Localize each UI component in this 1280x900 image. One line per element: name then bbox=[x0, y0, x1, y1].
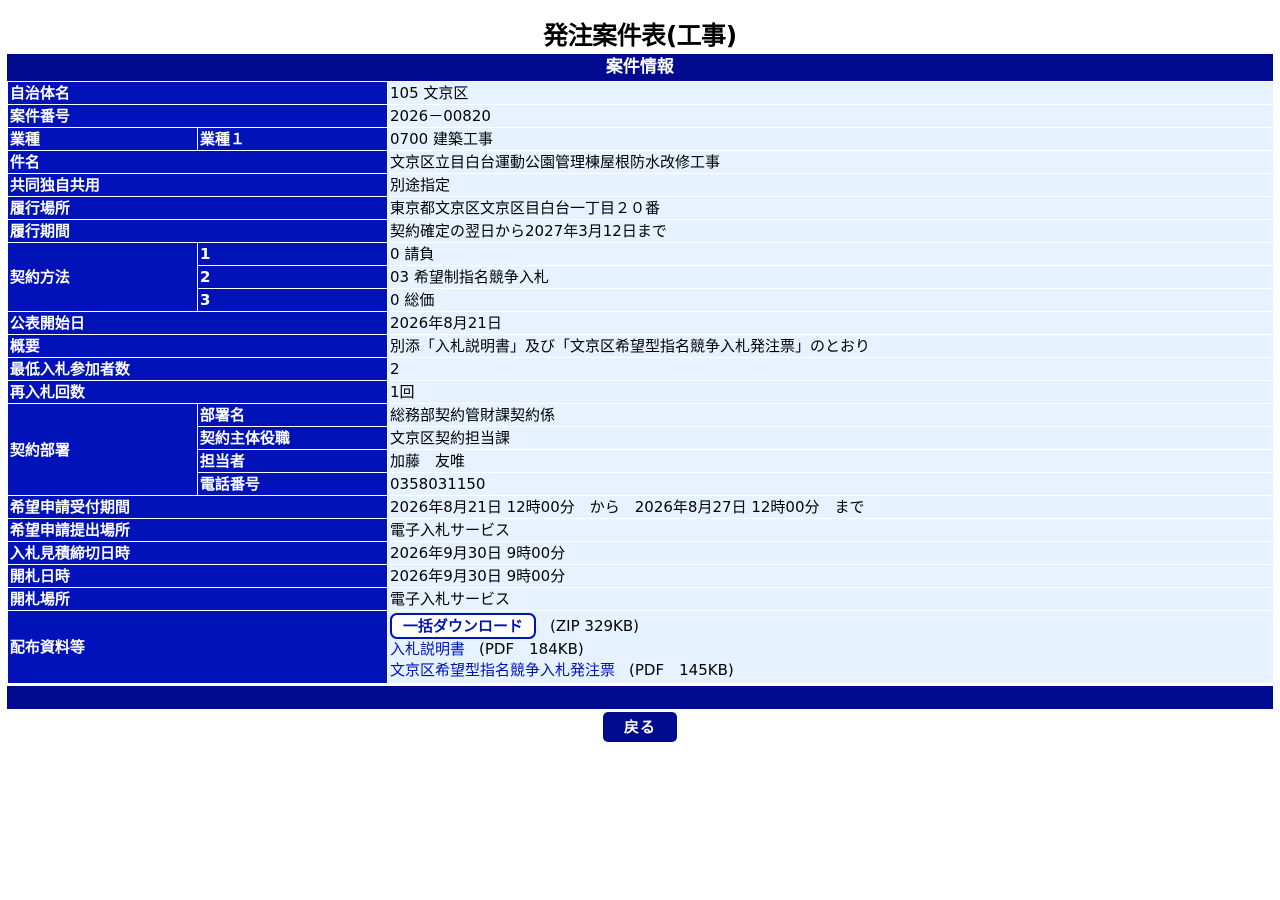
row-label: 入札見積締切日時 bbox=[6, 541, 389, 565]
table-row: 最低入札参加者数 2 bbox=[6, 357, 1275, 381]
table-row: 希望申請提出場所 電子入札サービス bbox=[6, 518, 1275, 542]
row-label: 件名 bbox=[6, 150, 389, 174]
row-label: 共同独自共用 bbox=[6, 173, 389, 197]
row-label: 自治体名 bbox=[6, 81, 389, 105]
row-label: 契約部署 bbox=[7, 403, 198, 496]
opening-place-value: 電子入札サービス bbox=[387, 587, 1275, 611]
bid-deadline-value: 2026年9月30日 9時00分 bbox=[387, 541, 1275, 565]
row-label: 開札場所 bbox=[6, 587, 389, 611]
table-row: 契約方法 1 0 請負 bbox=[7, 242, 1275, 312]
contract-method-value: 0 請負 bbox=[387, 242, 1275, 266]
row-label: 配布資料等 bbox=[6, 610, 389, 684]
min-bidders-value: 2 bbox=[387, 357, 1275, 381]
row-sublabel: 2 bbox=[196, 265, 389, 289]
row-label: 開札日時 bbox=[6, 564, 389, 588]
row-sublabel: 3 bbox=[196, 288, 389, 312]
joint-type-value: 別途指定 bbox=[387, 173, 1275, 197]
section-header: 案件情報 bbox=[7, 54, 1273, 81]
table-row: 履行期間 契約確定の翌日から2027年3月12日まで bbox=[6, 219, 1275, 243]
row-label: 概要 bbox=[6, 334, 389, 358]
row-sublabel: 部署名 bbox=[196, 403, 389, 427]
publish-date-value: 2026年8月21日 bbox=[387, 311, 1275, 335]
opening-datetime-value: 2026年9月30日 9時00分 bbox=[387, 564, 1275, 588]
rebid-count-value: 1回 bbox=[387, 380, 1275, 404]
row-sublabel: 電話番号 bbox=[196, 472, 389, 496]
phone-value: 0358031150 bbox=[387, 472, 1275, 496]
table-row: 概要 別添「入札説明書」及び「文京区希望型指名競争入札発注票」のとおり bbox=[6, 334, 1275, 358]
table-row: 希望申請受付期間 2026年8月21日 12時00分 から 2026年8月27日… bbox=[6, 495, 1275, 519]
period-value: 契約確定の翌日から2027年3月12日まで bbox=[387, 219, 1275, 243]
bulk-download-button[interactable]: 一括ダウンロード bbox=[390, 613, 537, 639]
row-label: 業種 bbox=[7, 127, 198, 151]
table-row: 共同独自共用 別途指定 bbox=[6, 173, 1275, 197]
location-value: 東京都文京区文京区目白台一丁目２０番 bbox=[387, 196, 1275, 220]
table-row: 契約主体役職 文京区契約担当課 bbox=[8, 426, 1275, 450]
row-sublabel: 業種１ bbox=[196, 127, 389, 151]
table-row: 入札見積締切日時 2026年9月30日 9時00分 bbox=[6, 541, 1275, 565]
row-label: 最低入札参加者数 bbox=[6, 357, 389, 381]
project-name-value: 文京区立目白台運動公園管理棟屋根防水改修工事 bbox=[387, 150, 1275, 174]
row-label: 希望申請提出場所 bbox=[6, 518, 389, 542]
row-label: 契約方法 bbox=[7, 242, 198, 312]
document-meta: (PDF 145KB) bbox=[629, 661, 734, 679]
table-row: 公表開始日 2026年8月21日 bbox=[6, 311, 1275, 335]
table-row: 業種 業種１ 0700 建築工事 bbox=[7, 127, 1275, 151]
table-row: 再入札回数 1回 bbox=[6, 380, 1275, 404]
documents-cell: 一括ダウンロード (ZIP 329KB) 入札説明書 (PDF 184KB) 文京区… bbox=[387, 610, 1275, 684]
case-info-table: 自治体名 105 文京区 案件番号 2026－00820 業種 業種１ 0700… bbox=[6, 81, 1275, 684]
table-row: 開札日時 2026年9月30日 9時00分 bbox=[6, 564, 1275, 588]
row-label: 公表開始日 bbox=[6, 311, 389, 335]
table-row: 案件番号 2026－00820 bbox=[6, 104, 1275, 128]
row-sublabel: 契約主体役職 bbox=[196, 426, 389, 450]
municipality-value: 105 文京区 bbox=[387, 81, 1275, 105]
row-sublabel: 担当者 bbox=[196, 449, 389, 473]
table-row: 3 0 総価 bbox=[8, 288, 1275, 312]
industry-value: 0700 建築工事 bbox=[387, 127, 1275, 151]
page-title: 発注案件表(工事) bbox=[543, 21, 737, 50]
row-label: 案件番号 bbox=[6, 104, 389, 128]
person-in-charge-value: 加藤 友唯 bbox=[387, 449, 1275, 473]
back-button[interactable]: 戻る bbox=[602, 712, 677, 742]
table-row: 件名 文京区立目白台運動公園管理棟屋根防水改修工事 bbox=[6, 150, 1275, 174]
application-period-value: 2026年8月21日 12時00分 から 2026年8月27日 12時00分 ま… bbox=[387, 495, 1275, 519]
footer-band bbox=[7, 686, 1273, 709]
case-number-value: 2026－00820 bbox=[387, 104, 1275, 128]
contract-method-value: 03 希望制指名競争入札 bbox=[387, 265, 1275, 289]
document-link-explanation[interactable]: 入札説明書 bbox=[390, 640, 465, 658]
table-row: 開札場所 電子入札サービス bbox=[6, 587, 1275, 611]
row-label: 希望申請受付期間 bbox=[6, 495, 389, 519]
document-item: 入札説明書 (PDF 184KB) bbox=[390, 639, 1271, 660]
table-row: 履行場所 東京都文京区文京区目白台一丁目２０番 bbox=[6, 196, 1275, 220]
table-row: 担当者 加藤 友唯 bbox=[8, 449, 1275, 473]
row-label: 履行場所 bbox=[6, 196, 389, 220]
table-row: 2 03 希望制指名競争入札 bbox=[8, 265, 1275, 289]
summary-value: 別添「入札説明書」及び「文京区希望型指名競争入札発注票」のとおり bbox=[387, 334, 1275, 358]
bulk-download-meta: (ZIP 329KB) bbox=[550, 617, 640, 635]
submission-place-value: 電子入札サービス bbox=[387, 518, 1275, 542]
bulk-download-line: 一括ダウンロード (ZIP 329KB) bbox=[390, 613, 1271, 639]
row-sublabel: 1 bbox=[196, 242, 389, 266]
table-row: 電話番号 0358031150 bbox=[8, 472, 1275, 496]
document-link-order-sheet[interactable]: 文京区希望型指名競争入札発注票 bbox=[390, 661, 615, 679]
contract-officer-value: 文京区契約担当課 bbox=[387, 426, 1275, 450]
contract-method-value: 0 総価 bbox=[387, 288, 1275, 312]
row-label: 履行期間 bbox=[6, 219, 389, 243]
document-item: 文京区希望型指名競争入札発注票 (PDF 145KB) bbox=[390, 660, 1271, 681]
table-row: 自治体名 105 文京区 bbox=[6, 81, 1275, 105]
table-row: 契約部署 部署名 総務部契約管財課契約係 bbox=[7, 403, 1275, 496]
row-label: 再入札回数 bbox=[6, 380, 389, 404]
table-row: 配布資料等 一括ダウンロード (ZIP 329KB) 入札説明書 (PDF 184K… bbox=[6, 610, 1275, 684]
back-row: 戻る bbox=[7, 712, 1273, 742]
department-value: 総務部契約管財課契約係 bbox=[387, 403, 1275, 427]
document-meta: (PDF 184KB) bbox=[479, 640, 584, 658]
